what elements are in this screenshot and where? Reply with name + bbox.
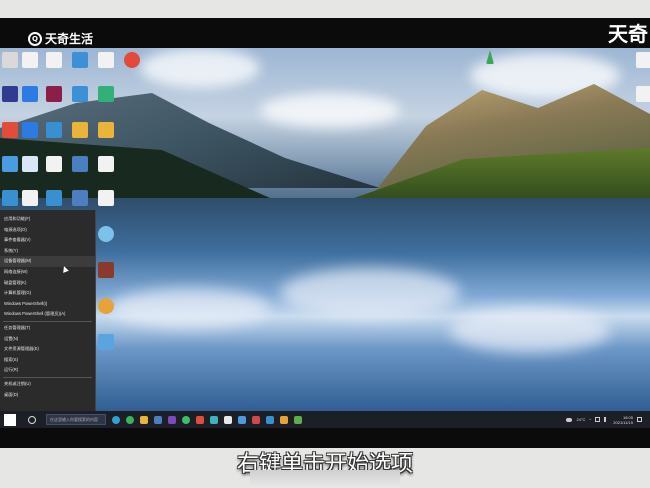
clock-date: 2021/11/15: [613, 419, 633, 425]
edge-icon[interactable]: [112, 415, 120, 424]
desktop-icon[interactable]: [46, 86, 62, 102]
desktop-icon[interactable]: [46, 190, 62, 206]
volume-icon[interactable]: [604, 417, 609, 422]
brand-logo: Q 天奇生活: [28, 30, 93, 47]
desktop-icon[interactable]: [636, 52, 650, 68]
desktop-icon[interactable]: [2, 122, 18, 138]
menu-item-run[interactable]: 运行(R): [0, 365, 95, 376]
cortana-icon[interactable]: [28, 415, 36, 424]
desktop-icon[interactable]: [72, 190, 88, 206]
notification-icon[interactable]: [637, 417, 642, 422]
store-icon[interactable]: [154, 415, 162, 424]
desktop-icon[interactable]: [2, 190, 18, 206]
video-frame: Q 天奇生活 天奇 应用和功能(F) 电源选项(O) 事件查看器(V) 系统(Y…: [0, 0, 650, 488]
folder-icon[interactable]: [140, 415, 148, 424]
desktop-icon[interactable]: [98, 298, 114, 314]
menu-item-powershell-admin[interactable]: Windows PowerShell (管理员)(A): [0, 309, 95, 320]
tray-chevron-icon[interactable]: ^: [589, 417, 591, 422]
monitor-stand: [250, 470, 400, 488]
app-icon[interactable]: [196, 415, 204, 424]
menu-divider: [3, 320, 92, 322]
desktop-icon[interactable]: [22, 190, 38, 206]
desktop-icon[interactable]: [72, 86, 88, 102]
desktop-icon[interactable]: [22, 52, 38, 68]
desktop-icon[interactable]: [98, 52, 114, 68]
desktop-icon[interactable]: [46, 122, 62, 138]
menu-item-search[interactable]: 搜索(S): [0, 355, 95, 366]
menu-item-system[interactable]: 系统(Y): [0, 246, 95, 257]
desktop-icon[interactable]: [486, 50, 494, 64]
desktop-icon[interactable]: [98, 156, 114, 172]
desktop-icon[interactable]: [72, 52, 88, 68]
app-icon[interactable]: [238, 415, 246, 424]
app-icon[interactable]: [224, 415, 232, 424]
menu-divider: [3, 376, 92, 378]
menu-item-settings[interactable]: 设置(N): [0, 334, 95, 345]
desktop-icon[interactable]: [22, 86, 38, 102]
desktop-icon[interactable]: [98, 190, 114, 206]
menu-item-disk-management[interactable]: 磁盘管理(K): [0, 278, 95, 289]
menu-item-file-explorer[interactable]: 文件资源管理器(E): [0, 344, 95, 355]
desktop-icon[interactable]: [46, 156, 62, 172]
desktop-icon[interactable]: [22, 122, 38, 138]
start-button[interactable]: [4, 413, 16, 426]
clock[interactable]: 18:05 2021/11/15: [613, 415, 633, 425]
weather-text: 24°C: [576, 417, 586, 422]
network-icon[interactable]: [595, 417, 601, 422]
menu-item-device-manager[interactable]: 设备管理器(M): [0, 256, 95, 267]
desktop-icon[interactable]: [46, 52, 62, 68]
system-tray: 24°C ^ 18:05 2021/11/15: [566, 415, 642, 425]
desktop-icon[interactable]: [22, 156, 38, 172]
weather-icon[interactable]: [566, 417, 573, 422]
menu-item-task-manager[interactable]: 任务管理器(T): [0, 323, 95, 334]
desktop-icon[interactable]: [2, 52, 18, 68]
desktop-icon[interactable]: [124, 52, 140, 68]
corner-brand-logo: 天奇: [608, 22, 648, 46]
menu-item-computer-management[interactable]: 计算机管理(G): [0, 288, 95, 299]
desktop-icon[interactable]: [2, 156, 18, 172]
menu-item-network-connections[interactable]: 网络连接(W): [0, 267, 95, 278]
wechat-icon[interactable]: [182, 415, 190, 424]
start-context-menu: 应用和功能(F) 电源选项(O) 事件查看器(V) 系统(Y) 设备管理器(M)…: [0, 210, 96, 422]
app-icon[interactable]: [210, 415, 218, 424]
app-icon[interactable]: [294, 415, 302, 424]
desktop-icon[interactable]: [98, 226, 114, 242]
browser-icon[interactable]: [126, 415, 134, 424]
menu-item-apps-features[interactable]: 应用和功能(F): [0, 214, 95, 225]
logo-mark-icon: Q: [28, 31, 42, 46]
desktop-icon[interactable]: [98, 122, 114, 138]
desktop-icon[interactable]: [2, 86, 18, 102]
app-icon[interactable]: [280, 415, 288, 424]
app-icon[interactable]: [168, 415, 176, 424]
desktop-icon[interactable]: [72, 122, 88, 138]
menu-item-shutdown[interactable]: 关机或注销(U): [0, 379, 95, 390]
desktop-icon[interactable]: [72, 156, 88, 172]
desktop-icon[interactable]: [636, 86, 650, 102]
desktop: [0, 48, 650, 428]
menu-item-desktop[interactable]: 桌面(D): [0, 390, 95, 401]
app-icon[interactable]: [266, 415, 274, 424]
desktop-icon[interactable]: [98, 86, 114, 102]
menu-item-event-viewer[interactable]: 事件查看器(V): [0, 235, 95, 246]
logo-text: 天奇生活: [45, 32, 94, 46]
menu-item-powershell[interactable]: Windows PowerShell(I): [0, 299, 95, 310]
taskbar-search-input[interactable]: 在这里输入你要搜索的内容: [46, 414, 106, 425]
app-icon[interactable]: [252, 415, 260, 424]
menu-item-power-options[interactable]: 电源选项(O): [0, 225, 95, 236]
desktop-icon[interactable]: [98, 262, 114, 278]
taskbar: 在这里输入你要搜索的内容 24°C ^ 18:05 2021/11/15: [0, 411, 650, 428]
desktop-icon[interactable]: [98, 334, 114, 350]
